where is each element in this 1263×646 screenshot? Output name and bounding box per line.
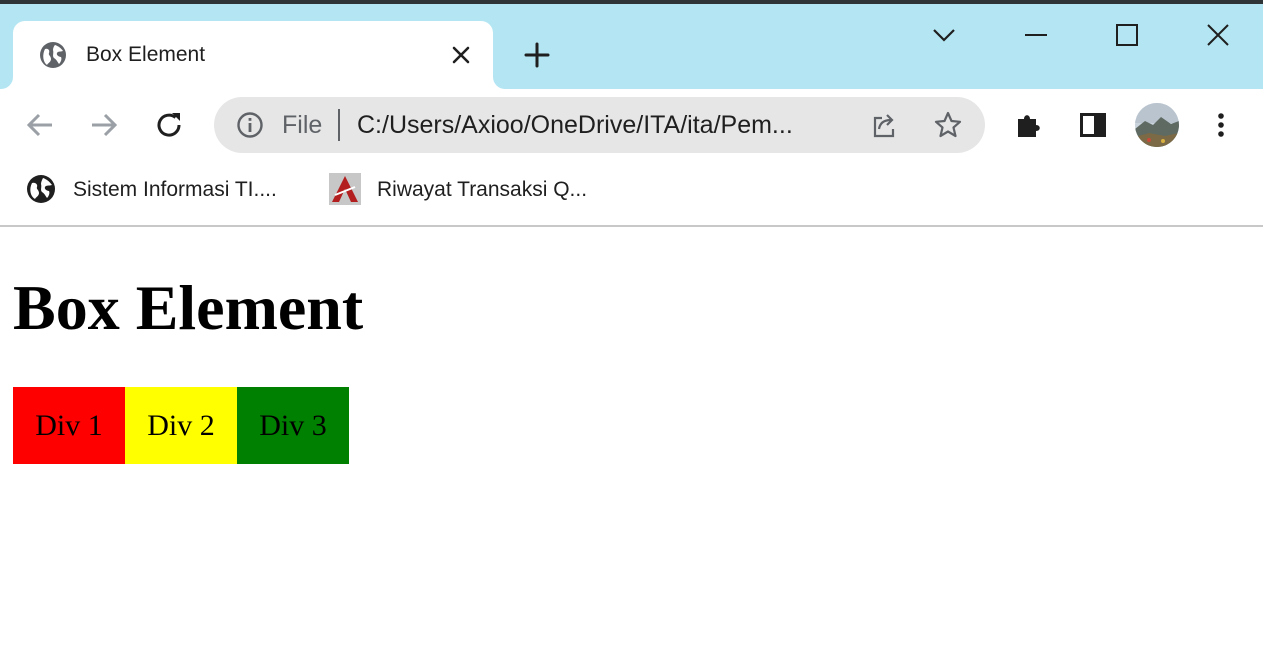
share-icon[interactable] bbox=[870, 110, 900, 140]
arrow-left-icon[interactable] bbox=[24, 109, 56, 141]
star-icon[interactable] bbox=[933, 110, 963, 140]
plus-icon[interactable] bbox=[523, 41, 551, 69]
active-tab[interactable] bbox=[13, 21, 493, 89]
close-window-icon[interactable] bbox=[1203, 20, 1233, 50]
url-text[interactable]: C:/Users/Axioo/OneDrive/ITA/ita/Pem... bbox=[357, 110, 793, 140]
tab-corner-right bbox=[493, 77, 505, 89]
reload-icon[interactable] bbox=[153, 109, 185, 141]
box-row: Div 1 Div 2 Div 3 bbox=[13, 387, 349, 464]
page-title: Box Element bbox=[13, 272, 364, 343]
minimize-icon[interactable] bbox=[1021, 20, 1051, 50]
site-favicon bbox=[329, 173, 361, 205]
avatar[interactable] bbox=[1135, 103, 1179, 147]
bookmark-label[interactable]: Riwayat Transaksi Q... bbox=[377, 177, 587, 203]
puzzle-icon[interactable] bbox=[1014, 110, 1044, 140]
div-box-1: Div 1 bbox=[13, 387, 125, 464]
info-icon[interactable] bbox=[236, 111, 264, 139]
div-box-3: Div 3 bbox=[237, 387, 349, 464]
maximize-icon[interactable] bbox=[1112, 20, 1142, 50]
more-vertical-icon[interactable] bbox=[1206, 110, 1236, 140]
scheme-label: File bbox=[282, 111, 323, 139]
div-box-2: Div 2 bbox=[125, 387, 237, 464]
tab-corner-left bbox=[1, 77, 13, 89]
globe-icon bbox=[27, 175, 55, 203]
omnibox-separator bbox=[338, 109, 340, 141]
globe-icon bbox=[40, 42, 66, 68]
tab-search-icon[interactable] bbox=[929, 20, 959, 50]
side-panel-icon[interactable] bbox=[1078, 110, 1108, 140]
bookmark-label[interactable]: Sistem Informasi TI.... bbox=[73, 177, 277, 203]
close-icon[interactable] bbox=[449, 43, 473, 67]
arrow-right-icon[interactable] bbox=[88, 109, 120, 141]
tab-title: Box Element bbox=[86, 43, 206, 66]
